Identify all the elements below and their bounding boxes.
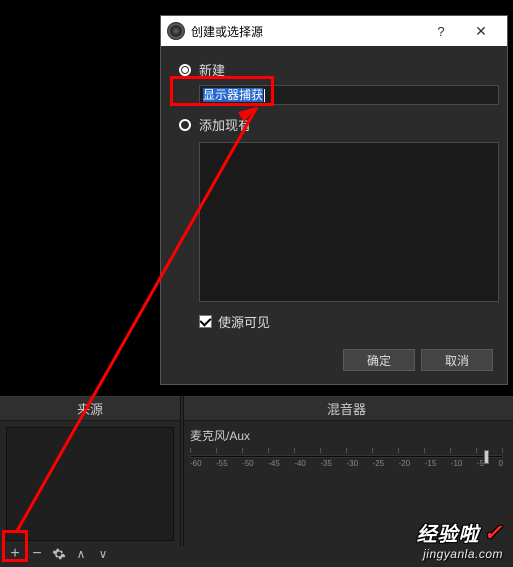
move-source-up-button[interactable]: ∧ [72, 545, 90, 563]
source-name-input[interactable]: 显示器捕获 [199, 85, 499, 105]
watermark-text: 经验啦 [417, 518, 480, 547]
radio-existing-row[interactable]: 添加现有 [179, 115, 489, 134]
make-visible-row[interactable]: 使源可见 [199, 312, 489, 331]
radio-new[interactable] [179, 64, 191, 76]
watermark: 经验啦 ✓ jingyanla.com [417, 518, 503, 561]
make-visible-checkbox[interactable] [199, 315, 212, 328]
radio-existing-label: 添加现有 [199, 115, 251, 134]
remove-source-button[interactable]: − [28, 545, 46, 563]
move-source-down-button[interactable]: ∨ [94, 545, 112, 563]
obs-icon [167, 22, 185, 40]
source-name-value: 显示器捕获 [203, 88, 263, 102]
make-visible-label: 使源可见 [218, 312, 270, 331]
meter-scale: -60 -55 -50 -45 -40 -35 -30 -25 -20 -15 … [190, 459, 503, 468]
radio-new-row[interactable]: 新建 [179, 60, 489, 79]
add-source-button[interactable]: + [6, 545, 24, 563]
mixer-panel-header: 混音器 [180, 397, 513, 421]
cancel-button[interactable]: 取消 [421, 349, 493, 371]
mixer-body: 麦克风/Aux -60 -55 -50 -45 -40 -35 -30 -25 … [180, 421, 513, 470]
radio-existing[interactable] [179, 119, 191, 131]
sources-panel-header: 来源 [0, 397, 180, 421]
sources-panel: 来源 + − ∧ ∨ [0, 397, 180, 567]
source-settings-button[interactable] [50, 545, 68, 563]
mixer-track-label: 麦克风/Aux [190, 427, 503, 444]
dialog-title: 创建或选择源 [191, 23, 421, 40]
close-button[interactable]: ✕ [461, 23, 501, 40]
help-button[interactable]: ? [421, 24, 461, 39]
volume-slider-handle[interactable] [481, 450, 491, 462]
ok-button[interactable]: 确定 [343, 349, 415, 371]
panel-divider[interactable] [180, 396, 184, 546]
sources-toolbar: + − ∧ ∨ [0, 541, 180, 567]
radio-new-label: 新建 [199, 60, 225, 79]
existing-sources-list[interactable] [199, 142, 499, 302]
sources-list[interactable] [6, 427, 174, 541]
check-icon: ✓ [484, 520, 503, 546]
mixer-volume-slider[interactable]: -60 -55 -50 -45 -40 -35 -30 -25 -20 -15 … [190, 448, 503, 464]
watermark-url: jingyanla.com [417, 547, 503, 561]
dialog-titlebar: 创建或选择源 ? ✕ [161, 16, 507, 46]
create-select-source-dialog: 创建或选择源 ? ✕ 新建 显示器捕获 添加现有 使源可见 确定 取消 [160, 15, 508, 385]
